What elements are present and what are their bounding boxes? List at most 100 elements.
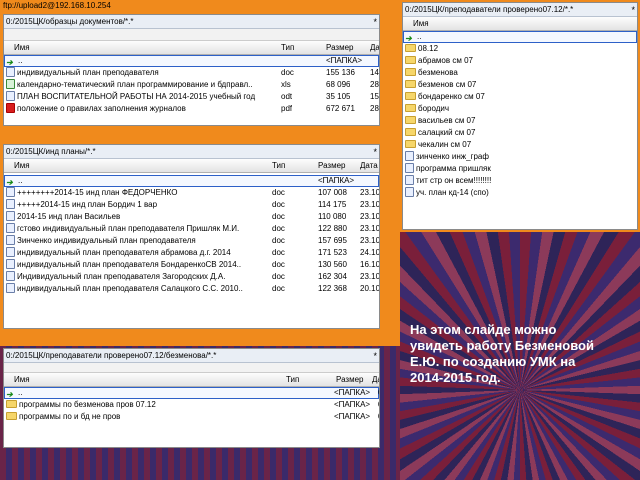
slide-caption: На этом слайде можно увидеть работу Безм… xyxy=(410,322,594,385)
column-header[interactable]: Имя Тип Размер Да xyxy=(4,373,379,387)
file-name: зинченко инж_граф xyxy=(405,151,633,163)
doc-icon xyxy=(6,223,15,233)
file-name: ПЛАН ВОСПИТАТЕЛЬНОЙ РАБОТЫ НА 2014-2015 … xyxy=(6,91,277,103)
file-row[interactable]: гстово индивидуальный план преподавателя… xyxy=(4,223,379,235)
file-row[interactable]: васильев см 07 xyxy=(403,115,637,127)
folder-icon xyxy=(405,116,416,124)
file-panel-documents[interactable]: 0:/2015ЦК/образцы документов/*.* * Имя Ти… xyxy=(3,14,380,126)
doc-icon xyxy=(6,211,15,221)
file-size: 171 523 xyxy=(318,248,347,257)
file-panel-plans[interactable]: 0:/2015ЦК/инд планы/*.* * Имя Тип Размер … xyxy=(3,144,380,329)
file-type: doc xyxy=(272,212,285,221)
file-row[interactable]: чекалин см 07 xyxy=(403,139,637,151)
col-size[interactable]: Размер xyxy=(336,373,364,387)
file-name: +++++2014-15 инд план Бордич 1 вар xyxy=(6,199,268,211)
doc-icon xyxy=(6,259,15,269)
file-row[interactable]: положение о правилах заполнения журналов… xyxy=(4,103,379,115)
file-row[interactable]: ➔.. <ПАПКА> xyxy=(4,55,379,67)
panel-drive-bar xyxy=(4,363,379,373)
file-row[interactable]: индивидуальный план преподавателя doc 155 … xyxy=(4,67,379,79)
doc-icon xyxy=(6,199,15,209)
file-row[interactable]: абрамов см 07 xyxy=(403,55,637,67)
file-date: 0 xyxy=(378,411,379,423)
file-row[interactable]: уч. план кд-14 (спо) xyxy=(403,187,637,199)
file-name: гстово индивидуальный план преподавателя… xyxy=(6,223,268,235)
folder-icon xyxy=(405,44,416,52)
file-list: ➔.. <ПАПКА> ++++++++2014-15 инд план ФЕДОР… xyxy=(4,175,379,295)
file-row[interactable]: 08.12 xyxy=(403,43,637,55)
file-name: абрамов см 07 xyxy=(405,55,633,67)
panel-path[interactable]: 0:/2015ЦК/инд планы/*.* * xyxy=(4,145,379,159)
file-row[interactable]: +++++2014-15 инд план Бордич 1 вар doc 114… xyxy=(4,199,379,211)
col-type[interactable]: Тип xyxy=(281,41,294,55)
file-row[interactable]: индивидуальный план преподавателя Салацк… xyxy=(4,283,379,295)
column-header[interactable]: Имя Тип Размер Дат xyxy=(4,41,379,55)
file-row[interactable]: 2014-15 инд план Васильев doc 110 080 23.10 xyxy=(4,211,379,223)
file-name: 08.12 xyxy=(405,43,633,55)
ftp-url: ftp://upload2@192.168.10.254 xyxy=(3,1,111,10)
file-row[interactable]: календарно-тематический план программиро… xyxy=(4,79,379,91)
file-panel-bezmenova[interactable]: 0:/2015ЦК/преподаватели проверено07.12/б… xyxy=(3,348,380,448)
col-type[interactable]: Тип xyxy=(286,373,299,387)
file-name: ➔.. xyxy=(6,388,23,399)
file-row[interactable]: индивидуальный план преподавателя Бондар… xyxy=(4,259,379,271)
panel-path[interactable]: 0:/2015ЦК/образцы документов/*.* * xyxy=(4,15,379,29)
col-size[interactable]: Размер xyxy=(318,159,346,173)
panel-path[interactable]: 0:/2015ЦК/преподаватели проверено07.12/*… xyxy=(403,3,637,17)
file-name: индивидуальный план преподавателя Бондар… xyxy=(6,259,268,271)
file-row[interactable]: программы по и бд не пров <ПАПКА> 0 xyxy=(4,411,379,423)
panel-star-control[interactable]: * xyxy=(373,145,377,158)
file-row[interactable]: Зинченко индивидуальный план преподавате… xyxy=(4,235,379,247)
col-date[interactable]: Да xyxy=(372,373,379,387)
file-row[interactable]: программы по безменова пров 07.12 <ПАПКА>… xyxy=(4,399,379,411)
file-name: программы по и бд не пров xyxy=(6,411,282,423)
doc-icon xyxy=(6,247,15,257)
panel-star-control[interactable]: * xyxy=(373,349,377,362)
file-name: программа пришляк xyxy=(405,163,633,175)
file-size: 114 175 xyxy=(318,200,347,209)
column-header[interactable]: Имя xyxy=(403,17,637,31)
file-row[interactable]: бондаренко см 07 xyxy=(403,91,637,103)
file-date: 14 xyxy=(370,68,379,77)
file-row[interactable]: безменов см 07 xyxy=(403,79,637,91)
folder-icon xyxy=(6,400,17,408)
file-date: 23.10 xyxy=(360,224,380,233)
column-header[interactable]: Имя Тип Размер Дата xyxy=(4,159,379,173)
file-row[interactable]: ++++++++2014-15 инд план ФЕДОРЧЕНКО doc 10… xyxy=(4,187,379,199)
panel-path[interactable]: 0:/2015ЦК/преподаватели проверено07.12/б… xyxy=(4,349,379,363)
file-size: 110 080 xyxy=(318,212,347,221)
file-row[interactable]: программа пришляк xyxy=(403,163,637,175)
folder-icon xyxy=(405,56,416,64)
file-row[interactable]: тит стр он всем!!!!!!!! xyxy=(403,175,637,187)
file-panel-teachers[interactable]: 0:/2015ЦК/преподаватели проверено07.12/*… xyxy=(402,2,638,230)
file-row[interactable]: салацкий см 07 xyxy=(403,127,637,139)
file-row[interactable]: ➔.. <ПАПКА> xyxy=(4,175,379,187)
file-row[interactable]: зинченко инж_граф xyxy=(403,151,637,163)
file-row[interactable]: ➔.. <ПАПКА> 0 xyxy=(4,387,379,399)
col-type[interactable]: Тип xyxy=(272,159,285,173)
col-name[interactable]: Имя xyxy=(14,373,30,387)
file-row[interactable]: Индивидуальный план преподавателя Загоро… xyxy=(4,271,379,283)
file-row[interactable]: ➔.. xyxy=(403,31,637,43)
col-size[interactable]: Размер xyxy=(326,41,354,55)
folder-icon xyxy=(405,92,416,100)
doc-icon xyxy=(405,187,414,197)
col-date[interactable]: Дат xyxy=(370,41,379,55)
panel-star-control[interactable]: * xyxy=(631,3,635,16)
file-row[interactable]: безменова xyxy=(403,67,637,79)
col-name[interactable]: Имя xyxy=(413,17,429,31)
folder-icon xyxy=(405,140,416,148)
panel-star-control[interactable]: * xyxy=(373,15,377,28)
file-row[interactable]: ПЛАН ВОСПИТАТЕЛЬНОЙ РАБОТЫ НА 2014-2015 … xyxy=(4,91,379,103)
doc-icon xyxy=(6,91,15,101)
col-name[interactable]: Имя xyxy=(14,41,30,55)
folder-icon xyxy=(405,80,416,88)
col-date[interactable]: Дата xyxy=(360,159,378,173)
file-size: <ПАПКА> xyxy=(318,176,355,185)
file-row[interactable]: бородич xyxy=(403,103,637,115)
file-row[interactable]: индивидуальный план преподавателя абрамо… xyxy=(4,247,379,259)
col-name[interactable]: Имя xyxy=(14,159,30,173)
file-date: 23.10 xyxy=(360,236,380,245)
file-date: 15 xyxy=(370,92,379,101)
doc-icon xyxy=(405,151,414,161)
